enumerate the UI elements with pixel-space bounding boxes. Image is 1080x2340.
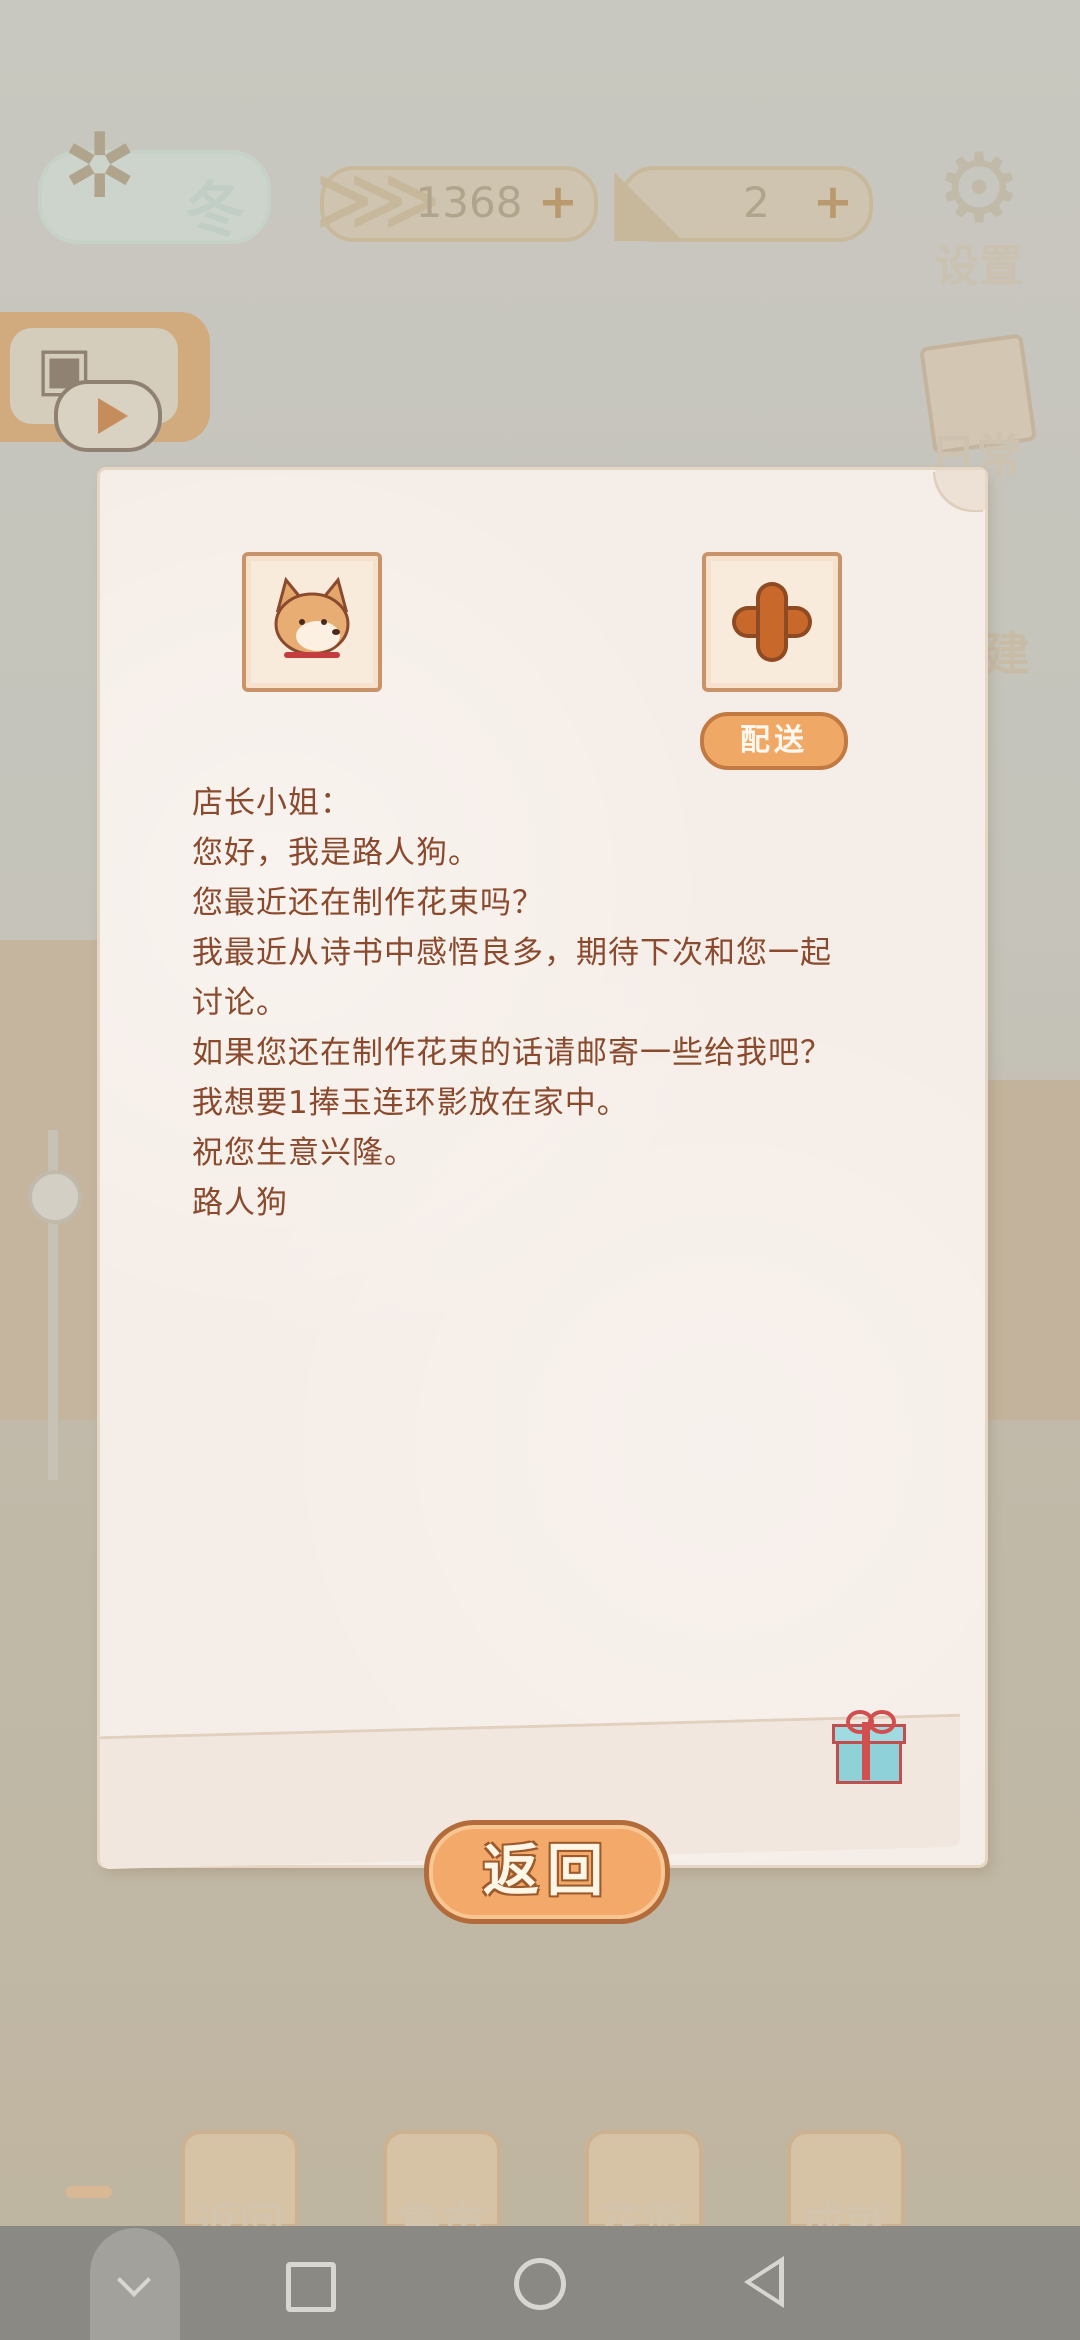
return-button[interactable]: 返回 xyxy=(424,1820,670,1924)
letter-line: 路人狗 xyxy=(192,1185,288,1221)
plus-icon xyxy=(736,586,808,658)
letter-body: 店长小姐： 您好，我是路人狗。 您最近还在制作花束吗？ 我最近从诗书中感悟良多，… xyxy=(192,778,912,1228)
letter-line: 我最近从诗书中感悟良多，期待下次和您一起 xyxy=(192,935,832,971)
bottom-menu: 返回 集市 花篮 成就 xyxy=(0,2110,1080,2250)
letter-line: 我想要1捧玉连环影放在家中。 xyxy=(192,1085,629,1121)
letter-line: 讨论。 xyxy=(192,985,288,1021)
menu-item-market[interactable]: 集市 xyxy=(382,2130,502,2250)
menu-item-achievements[interactable]: 成就 xyxy=(786,2130,906,2250)
letter-line: 店长小姐： xyxy=(192,785,352,821)
letter-line: 您最近还在制作花束吗？ xyxy=(192,885,544,921)
deliver-button[interactable]: 配送 xyxy=(700,712,848,770)
return-label: 返回 xyxy=(483,1839,611,1904)
recents-icon[interactable] xyxy=(286,2262,336,2312)
chevron-down-icon[interactable] xyxy=(90,2228,180,2340)
sender-avatar-slot xyxy=(242,552,382,692)
dog-avatar-icon xyxy=(274,576,350,658)
letter-line: 如果您还在制作花束的话请邮寄一些给我吧？ xyxy=(192,1035,832,1071)
menu-item-basket[interactable]: 花篮 xyxy=(584,2130,704,2250)
home-icon[interactable] xyxy=(514,2258,566,2310)
letter-line: 您好，我是路人狗。 xyxy=(192,835,480,871)
letter-line: 祝您生意兴隆。 xyxy=(192,1135,416,1171)
gift-icon[interactable] xyxy=(832,1710,906,1784)
back-icon[interactable] xyxy=(744,2256,784,2308)
menu-item-return[interactable]: 返回 xyxy=(180,2130,300,2250)
add-item-slot[interactable] xyxy=(702,552,842,692)
